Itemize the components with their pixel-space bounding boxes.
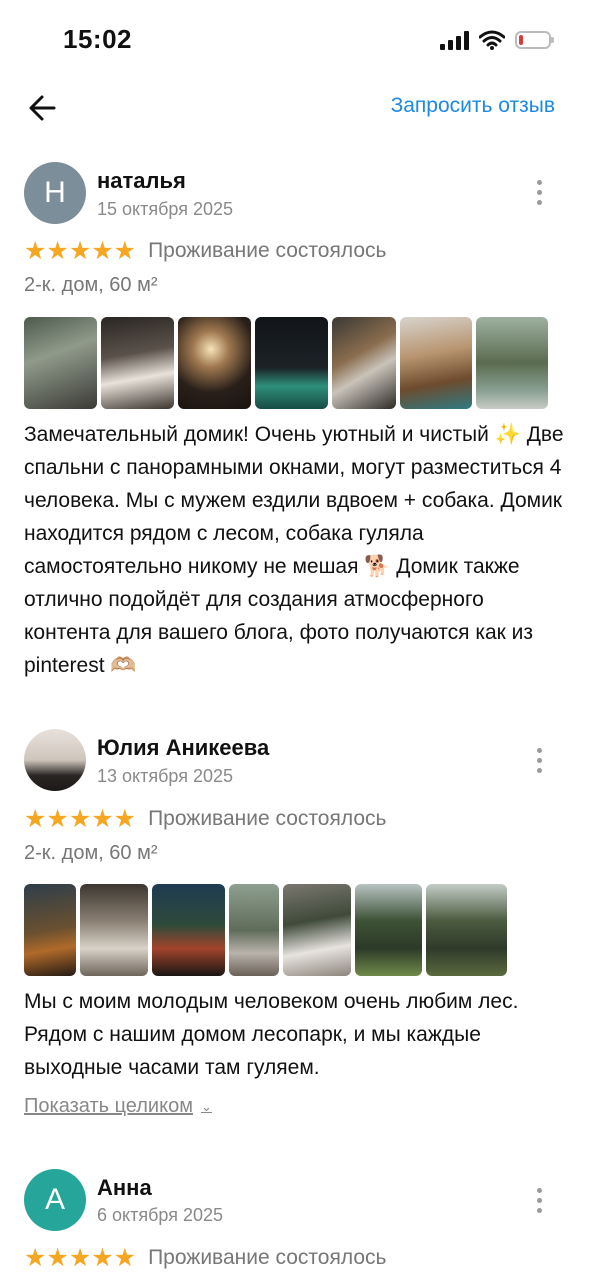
- more-options-button[interactable]: [526, 1180, 552, 1220]
- review-date: 15 октября 2025: [97, 199, 234, 219]
- review-photo[interactable]: [426, 884, 507, 976]
- review-photo[interactable]: [24, 317, 97, 409]
- avatar-letter: Н: [44, 176, 66, 209]
- arrow-left-icon: [29, 95, 56, 121]
- review-text: Мы с моим молодым человеком очень любим …: [24, 990, 519, 1079]
- review-photo[interactable]: [101, 317, 174, 409]
- wifi-icon: [479, 30, 505, 50]
- review-photo[interactable]: [229, 884, 279, 976]
- review-photo[interactable]: [24, 884, 76, 976]
- rating-row: ★★★★★ Проживание состоялось: [24, 1243, 386, 1273]
- review-photo[interactable]: [400, 317, 472, 409]
- more-options-button[interactable]: [526, 740, 552, 780]
- review-photo[interactable]: [283, 884, 351, 976]
- show-more-link[interactable]: Показать целиком ⌄: [24, 1095, 212, 1118]
- avatar[interactable]: А: [24, 1169, 86, 1231]
- review-author[interactable]: Юлия Аникеева: [97, 735, 269, 761]
- battery-level: [519, 35, 523, 45]
- star-rating: ★★★★★: [24, 1244, 137, 1272]
- chevron-down-icon: ⌄: [200, 1098, 212, 1114]
- avatar[interactable]: [24, 729, 86, 791]
- unit-type: 2-к. дом, 60 м²: [24, 274, 158, 296]
- show-more-label: Показать целиком: [24, 1095, 193, 1117]
- status-time: 15:02: [63, 24, 132, 54]
- review-date: 6 октября 2025: [97, 1205, 223, 1225]
- review-photo[interactable]: [332, 317, 396, 409]
- review-photo[interactable]: [152, 884, 225, 976]
- avatar[interactable]: Н: [24, 162, 86, 224]
- status-icons: [440, 26, 554, 54]
- unit-type: 2-к. дом, 60 м²: [24, 842, 158, 864]
- request-review-link[interactable]: Запросить отзыв: [391, 94, 555, 118]
- avatar-letter: А: [44, 1183, 65, 1216]
- review-date: 13 октября 2025: [97, 766, 234, 786]
- rating-row: ★★★★★ Проживание состоялось: [24, 236, 386, 266]
- review-photo[interactable]: [476, 317, 548, 409]
- battery-icon: [515, 31, 554, 49]
- stay-status: Проживание состоялось: [148, 1246, 387, 1269]
- review-photo[interactable]: [178, 317, 251, 409]
- star-rating: ★★★★★: [24, 805, 137, 833]
- review-photo[interactable]: [355, 884, 422, 976]
- top-bar: Запросить отзыв: [0, 80, 591, 140]
- review-author[interactable]: наталья: [97, 168, 186, 194]
- stay-status: Проживание состоялось: [148, 807, 387, 830]
- review-author[interactable]: Анна: [97, 1175, 152, 1201]
- more-options-button[interactable]: [526, 172, 552, 212]
- review-photo[interactable]: [255, 317, 328, 409]
- review-photo[interactable]: [80, 884, 148, 976]
- stay-status: Проживание состоялось: [148, 239, 387, 262]
- review-text: Замечательный домик! Очень уютный и чист…: [24, 423, 564, 677]
- star-rating: ★★★★★: [24, 237, 137, 265]
- back-button[interactable]: [24, 88, 64, 128]
- signal-icon: [440, 30, 469, 50]
- photo-strip: [24, 317, 548, 409]
- status-bar: 15:02: [0, 0, 591, 80]
- rating-row: ★★★★★ Проживание состоялось: [24, 804, 386, 834]
- photo-strip: [24, 884, 507, 976]
